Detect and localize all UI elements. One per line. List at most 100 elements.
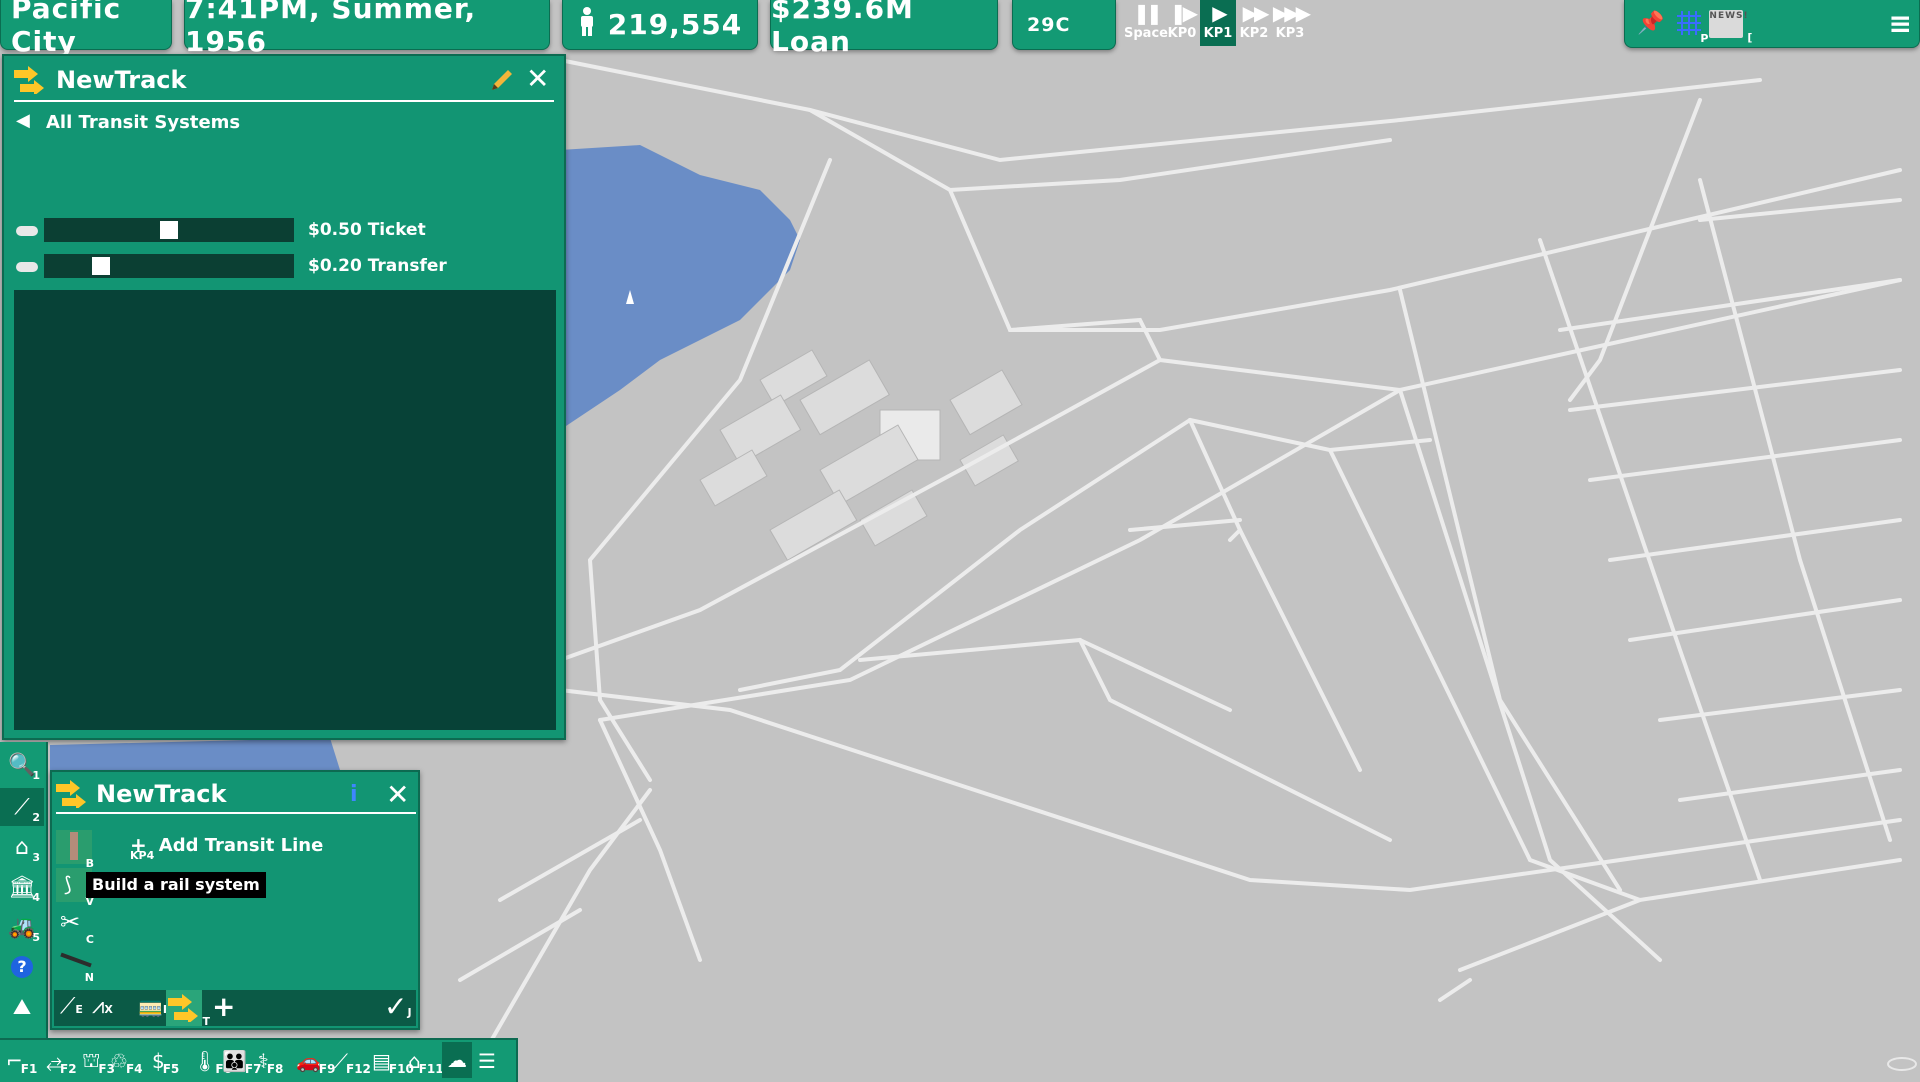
temperature-box[interactable]: 29C — [1012, 0, 1116, 50]
plus-icon[interactable]: + — [212, 990, 235, 1023]
speed-3-key: KP3 — [1275, 26, 1305, 41]
f9-button[interactable]: 🚗 F9 — [296, 1044, 335, 1078]
money-box[interactable]: $239.6M Loan — [770, 0, 998, 58]
fastest-forward-icon: ▶▶▶ — [1272, 1, 1311, 25]
speed-2-button[interactable]: ▶▶ KP2 — [1236, 0, 1272, 46]
terrain-icon: ⛰ — [12, 994, 32, 1020]
pause-key: Space — [1124, 26, 1168, 41]
road-icon: ⟋ — [14, 794, 30, 820]
transfer-price-slider[interactable] — [44, 254, 294, 278]
f8-button[interactable]: ⚕ F8 — [258, 1044, 283, 1078]
newtrack-arrow-icon — [14, 66, 46, 98]
speed-2-key: KP2 — [1239, 26, 1269, 41]
scissors-icon: ✂ — [60, 908, 81, 936]
build-rail-tool[interactable]: B — [56, 830, 94, 870]
f9-key: F9 — [318, 1062, 336, 1076]
help-tool[interactable]: ? — [0, 948, 44, 986]
menu-icon[interactable]: ≡ — [1889, 7, 1913, 40]
tooltip: Build a rail system — [86, 872, 266, 898]
roads-tab[interactable]: ⟋E — [60, 994, 83, 1019]
ticket-slider-knob[interactable] — [160, 221, 178, 239]
roads-key: 2 — [32, 811, 40, 824]
bottom-function-bar: ⌐ F1 ⥄ F2 ⛫ F3 ♲ F4 $ F5 🌡 F6 👪 F7 ⚕ F8 🚗 F9 ⟋ F12… — [0, 1038, 518, 1082]
cloud-icon: ☁ — [447, 1048, 467, 1072]
f4-button[interactable]: ♲ F4 — [110, 1044, 142, 1078]
speed-1-button[interactable]: ▶ KP1 — [1200, 0, 1236, 46]
zones-key: 3 — [32, 851, 40, 864]
transfer-price-label: $0.20 Transfer — [308, 256, 447, 276]
add-line-label: Add Transit Line — [158, 834, 324, 856]
city-name-box[interactable]: Pacific City — [0, 0, 172, 58]
tooltip-text: Build a rail system — [92, 875, 260, 894]
add-line-icon: + KP4 — [130, 833, 155, 862]
population: 219,554 — [607, 8, 743, 41]
left-toolbar: 🔍 1 ⟋ 2 ⌂ 3 🏛 4 🚜 5 ? ⛰ — [0, 742, 48, 1038]
back-link[interactable]: All Transit Systems — [46, 112, 240, 133]
tools-bottom-bar: ⟋E ⩘X 🚃R T + ✓J — [54, 990, 416, 1028]
terrain-tool[interactable]: ⛰ — [0, 988, 44, 1026]
play-icon: ▶ — [1212, 1, 1228, 25]
add-line-key: KP4 — [130, 849, 155, 862]
back-arrow-icon[interactable]: ◀ — [16, 110, 30, 131]
f1-button[interactable]: ⌐ F1 — [6, 1044, 37, 1078]
amenities-tool[interactable]: 🏛 4 — [0, 868, 44, 906]
grid-icon — [1677, 10, 1702, 35]
confirm-button[interactable]: ✓J — [384, 990, 412, 1023]
pin-icon[interactable]: 📌 — [1637, 11, 1665, 36]
title-divider — [14, 100, 554, 102]
house-icon: ⌂ — [15, 834, 29, 860]
f5-key: F5 — [162, 1062, 180, 1076]
f1-key: F1 — [20, 1062, 38, 1076]
f11-key: F11 — [418, 1062, 444, 1076]
diagonal-track-icon — [60, 952, 92, 968]
f2-button[interactable]: ⥄ F2 — [46, 1044, 77, 1078]
tunnel-tool[interactable]: N — [56, 944, 94, 984]
speed-0-key: KP0 — [1167, 26, 1197, 41]
population-icon: 👪 — [222, 1049, 247, 1073]
messages-button[interactable]: ☰ — [478, 1044, 496, 1078]
transit-tab-key: T — [202, 1015, 210, 1028]
tools-newtrack-arrow-icon — [56, 780, 88, 812]
transit-arrows-icon — [168, 994, 198, 1024]
temperature: 29C — [1027, 13, 1071, 36]
speed-3-button[interactable]: ▶▶▶ KP3 — [1272, 0, 1311, 46]
f7-button[interactable]: 👪 F7 — [222, 1044, 261, 1078]
speed-0-button[interactable]: ❚▶ KP0 — [1164, 0, 1200, 46]
newtrack-budget-panel: NewTrack ✕ ◀ All Transit Systems $0.50 T… — [2, 54, 566, 740]
rename-pencil-icon[interactable] — [488, 68, 514, 98]
info-icon[interactable]: i — [350, 782, 358, 807]
rail-icon — [70, 832, 78, 860]
news-label: NEWS! — [1709, 10, 1749, 21]
f2-key: F2 — [60, 1062, 77, 1076]
close-icon[interactable]: ✕ — [526, 62, 549, 95]
expressway-tab-key: X — [104, 1003, 113, 1016]
transit-tab[interactable]: T — [166, 990, 210, 1028]
cut-tool[interactable]: ✂ C — [56, 906, 94, 946]
speed-1-key: KP1 — [1203, 26, 1233, 41]
grid-toggle[interactable]: P — [1675, 9, 1708, 45]
ticket-price-slider[interactable] — [44, 218, 294, 242]
bulldozer-key: 5 — [32, 931, 40, 944]
add-transit-line-button[interactable]: + KP4 Add Transit Line — [130, 828, 323, 862]
tools-title-divider — [56, 812, 416, 814]
f12-button[interactable]: ⟋ F12 — [334, 1044, 371, 1078]
f5-button[interactable]: $ F5 — [152, 1044, 179, 1078]
cloud-button[interactable]: ☁ — [442, 1042, 472, 1078]
thermometer-icon: 🌡 — [192, 1049, 218, 1073]
roads-tool[interactable]: ⟋ 2 — [0, 788, 44, 826]
news-button[interactable]: NEWS! [ — [1709, 9, 1752, 43]
datetime-box[interactable]: 7:41PM, Summer, 1956 — [184, 0, 550, 58]
population-box[interactable]: 219,554 — [562, 0, 758, 50]
pause-button[interactable]: ❚❚ Space — [1124, 0, 1168, 46]
transfer-slider-knob[interactable] — [92, 257, 110, 275]
f11-button[interactable]: ⌂ F11 — [408, 1044, 444, 1078]
panel-title: NewTrack — [56, 66, 187, 94]
transfer-icon — [16, 262, 38, 272]
news-key: [ — [1747, 30, 1754, 44]
expressway-tab[interactable]: ⩘X — [92, 994, 113, 1019]
bulldozer-tool[interactable]: 🚜 5 — [0, 908, 44, 946]
zones-tool[interactable]: ⌂ 3 — [0, 828, 44, 866]
confirm-key: J — [407, 1006, 412, 1019]
query-tool[interactable]: 🔍 1 — [0, 746, 44, 784]
tools-close-icon[interactable]: ✕ — [386, 778, 409, 811]
